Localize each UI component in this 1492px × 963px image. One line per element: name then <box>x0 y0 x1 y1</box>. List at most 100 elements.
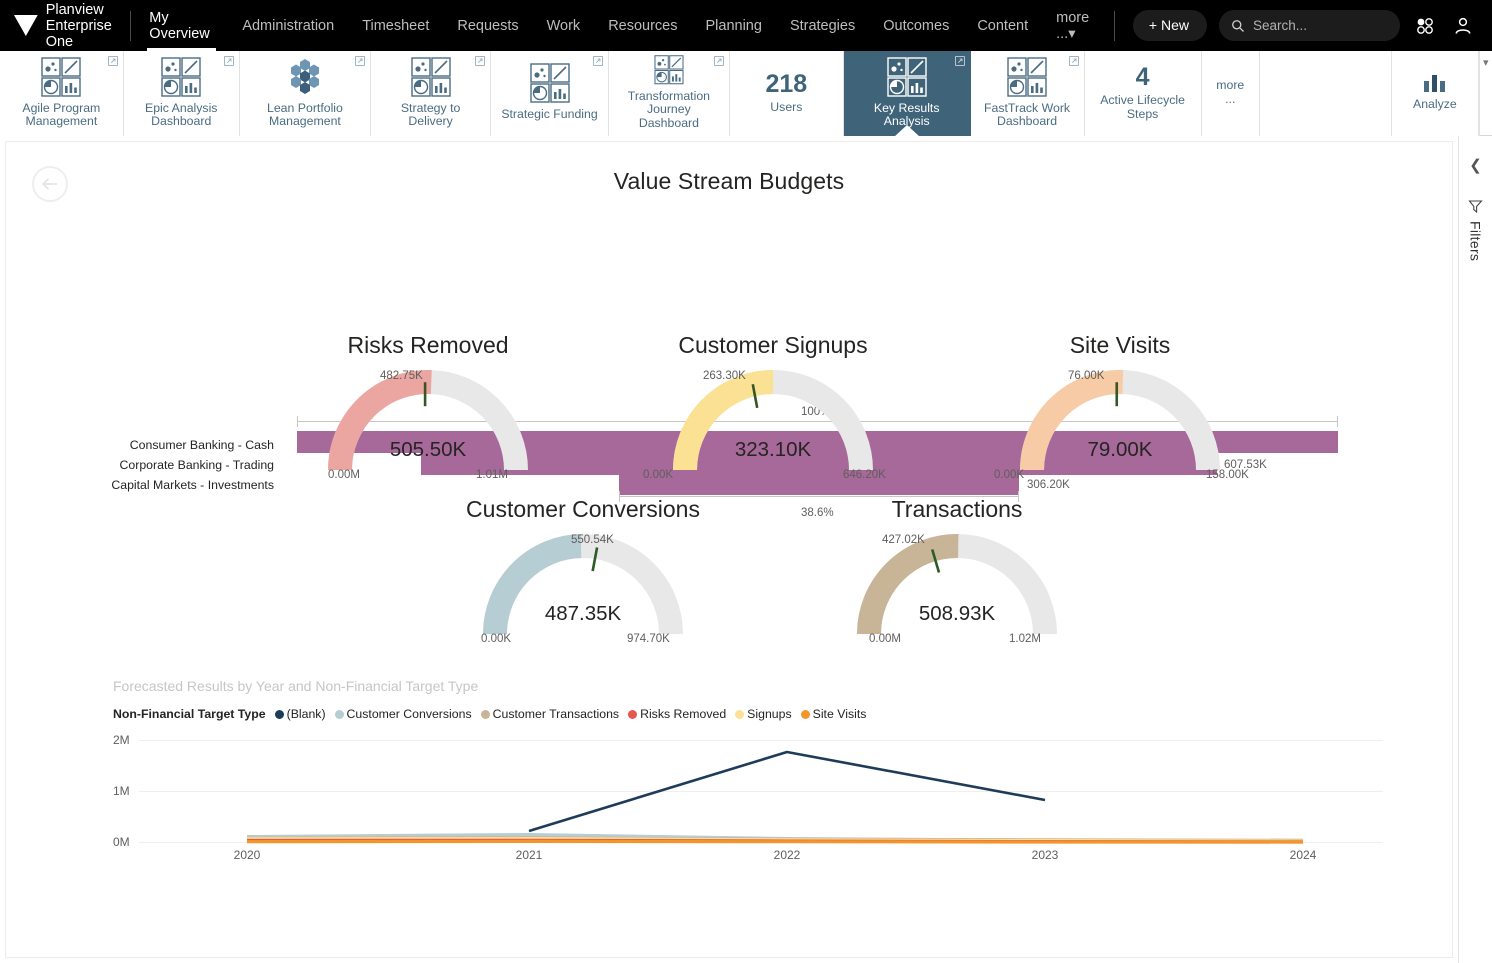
legend-item-customer-transactions[interactable]: Customer Transactions <box>480 707 619 721</box>
tab-label: Transformation Journey Dashboard <box>627 88 711 130</box>
nav-item-strategies[interactable]: Strategies <box>776 0 869 51</box>
nav-item-my-overview[interactable]: My Overview <box>135 0 228 51</box>
nav-item-work[interactable]: Work <box>533 0 595 51</box>
kpi-value: 218 <box>765 70 808 98</box>
search-input[interactable]: Search... <box>1219 10 1400 41</box>
y-axis-tick: 0M <box>113 835 130 849</box>
chart-grid-icon <box>529 63 570 103</box>
tab-transformation-journey-dashboard[interactable]: Transformation Journey Dashboard <box>608 51 730 136</box>
tab-strategy-to-delivery[interactable]: Strategy to Delivery <box>371 51 492 136</box>
series-line-blank <box>528 750 1046 833</box>
gauge-value: 487.35K <box>544 602 622 625</box>
tab-kpi-users[interactable]: 218 Users <box>729 51 844 136</box>
gauge-min-label: 0.00K <box>481 633 512 645</box>
bar-category-label: Consumer Banking - Cash <box>129 438 274 452</box>
brand-logo[interactable]: Planview Enterprise One <box>0 2 128 50</box>
gauge-site-visits[interactable]: Site Visits 79.00K 76.00K 0.00K 158.00K <box>994 332 1249 492</box>
tab-agile-program-management[interactable]: Agile Program Management <box>0 51 124 136</box>
legend-item-signups[interactable]: Signups <box>735 707 792 721</box>
nav-actions: + New Search... <box>1113 10 1492 41</box>
gauge-value: 323.10K <box>734 438 812 461</box>
tab-epic-analysis-dashboard[interactable]: Epic Analysis Dashboard <box>123 51 240 136</box>
honeycomb-icon <box>290 58 319 94</box>
tab-label: Key Results Analysis <box>873 100 940 128</box>
legend-swatch <box>480 709 490 719</box>
legend-item-site-visits[interactable]: Site Visits <box>800 707 867 721</box>
legend-label: Site Visits <box>812 707 867 721</box>
bar-category-label: Capital Markets - Investments <box>111 478 274 492</box>
nav-item-more[interactable]: more ...▾ <box>1042 0 1114 51</box>
value-stream-budgets-chart: 100% Consumer Banking - Cash Corporate B… <box>0 200 1458 519</box>
external-link-icon <box>1068 56 1079 66</box>
search-icon <box>1232 19 1244 32</box>
tab-kpi-active-lifecycle-steps[interactable]: 4 Active Lifecycle Steps <box>1084 51 1202 136</box>
brand-line-1: Planview <box>45 1 104 18</box>
chart-grid-icon <box>1007 56 1047 97</box>
legend-item-customer-conversions[interactable]: Customer Conversions <box>334 707 472 721</box>
gauge-transactions[interactable]: Transactions 508.93K 427.02K 0.00M 1.02M <box>857 496 1057 656</box>
chart-grid-icon <box>41 56 82 97</box>
brand-line-2: Enterprise One <box>45 17 112 50</box>
x-axis-tick: 2023 <box>1031 848 1059 862</box>
legend-label: Customer Conversions <box>346 707 472 721</box>
arrow-left-circle-icon <box>41 178 57 190</box>
line-series-group <box>246 750 1304 844</box>
breakdown-tick-top-right <box>1337 416 1338 427</box>
gauge-max-label: 1.02M <box>1009 633 1041 645</box>
legend-swatch <box>334 709 344 719</box>
nav-item-requests[interactable]: Requests <box>443 0 532 51</box>
nav-item-resources[interactable]: Resources <box>594 0 691 51</box>
tab-more-button[interactable]: more ... <box>1201 51 1260 136</box>
tab-label: Strategic Funding <box>501 107 598 122</box>
tab-fasttrack-work-dashboard[interactable]: FastTrack Work Dashboard <box>970 51 1085 136</box>
line-chart-title: Forecasted Results by Year and Non-Finan… <box>113 678 479 694</box>
external-link-icon <box>954 56 965 66</box>
legend-item-risks-removed[interactable]: Risks Removed <box>628 707 726 721</box>
line-chart-legend: Non-Financial Target Type (Blank) Custom… <box>113 707 875 721</box>
nav-item-planning[interactable]: Planning <box>692 0 776 51</box>
nav-item-administration[interactable]: Administration <box>228 0 348 51</box>
tab-key-results-analysis[interactable]: Key Results Analysis <box>843 51 971 136</box>
nav-item-timesheet[interactable]: Timesheet <box>348 0 443 51</box>
tab-strategic-funding[interactable]: Strategic Funding <box>491 51 609 136</box>
tab-lean-portfolio-management[interactable]: Lean Portfolio Management <box>239 51 372 136</box>
user-avatar-icon[interactable] <box>1450 13 1476 39</box>
back-button[interactable] <box>32 166 68 202</box>
tab-label: Lean Portfolio Management <box>267 100 343 128</box>
filters-label[interactable]: Filters <box>1468 221 1484 261</box>
tab-scroll-caret[interactable]: ▾ <box>1478 51 1492 136</box>
line-chart-plot[interactable]: 2M 1M 0M 2020 2021 2022 2023 2024 <box>113 730 1383 862</box>
analyze-button[interactable]: Analyze <box>1392 51 1479 136</box>
legend-item-blank[interactable]: (Blank) <box>274 707 326 721</box>
gauge-target-label: 427.02K <box>882 534 925 546</box>
chart-grid-icon <box>654 55 684 85</box>
nav-item-content[interactable]: Content <box>963 0 1042 51</box>
gauge-target-label: 482.75K <box>380 370 423 382</box>
gauge-risks-removed[interactable]: Risks Removed 505.50K 482.75K 0.00M 1.01… <box>328 332 528 492</box>
external-link-icon <box>593 56 603 66</box>
bar-category-label: Corporate Banking - Trading <box>119 458 274 472</box>
gauge-min-label: 0.00K <box>994 469 1025 481</box>
gauge-value: 79.00K <box>1087 438 1153 461</box>
new-button[interactable]: + New <box>1132 10 1207 41</box>
chevron-left-icon[interactable]: ❮ <box>1469 158 1482 173</box>
gauge-target-label: 550.54K <box>571 534 614 546</box>
nav-item-outcomes[interactable]: Outcomes <box>869 0 963 51</box>
filter-icon[interactable] <box>1468 199 1483 214</box>
nav-actions-divider <box>1113 10 1115 41</box>
series-line-site-visits <box>246 839 1304 844</box>
gauge-min-label: 0.00M <box>869 633 901 645</box>
gauge-customer-signups[interactable]: Customer Signups 323.10K 263.30K 0.00K 6… <box>643 332 886 492</box>
tab-label: FastTrack Work Dashboard <box>984 100 1071 128</box>
tab-label: more ... <box>1216 78 1245 106</box>
external-link-icon <box>223 56 234 66</box>
gauge-title: Customer Conversions <box>466 496 700 522</box>
legend-label: Signups <box>747 707 792 721</box>
apps-grid-icon[interactable] <box>1412 13 1438 39</box>
kpi-value: 4 <box>1135 63 1150 91</box>
gauge-customer-conversions[interactable]: Customer Conversions 487.35K 550.54K 0.0… <box>466 496 700 656</box>
y-axis-tick: 2M <box>113 733 130 747</box>
gauge-title: Risks Removed <box>347 332 509 358</box>
x-axis-tick: 2020 <box>233 848 261 862</box>
tab-label: Agile Program Management <box>22 100 101 128</box>
